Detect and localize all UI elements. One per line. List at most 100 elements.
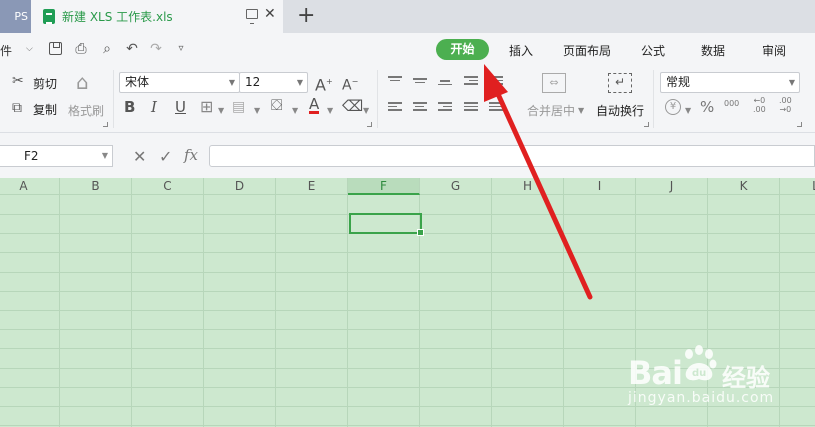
customize-toolbar-icon[interactable]: ▿	[173, 41, 189, 57]
chevron-down-icon[interactable]: ▼	[685, 106, 691, 115]
thousands-separator-button[interactable]: 000	[724, 96, 739, 112]
align-right-icon[interactable]	[438, 102, 452, 112]
column-header-e[interactable]: E	[276, 178, 348, 195]
watermark-url: jingyan.baidu.com	[628, 390, 775, 406]
bold-button[interactable]: B	[124, 99, 135, 115]
align-bottom-icon[interactable]	[438, 80, 452, 90]
chevron-down-icon[interactable]: ▼	[327, 106, 333, 115]
app-tab-label: PS	[14, 10, 28, 23]
cancel-entry-icon[interactable]: ✕	[133, 147, 146, 166]
scissors-icon[interactable]: ✂	[12, 73, 24, 89]
new-tab-button[interactable]: +	[297, 3, 315, 28]
format-painter-button[interactable]: 格式刷	[68, 102, 104, 119]
increase-font-size-icon[interactable]: A+	[315, 74, 333, 93]
ribbon-home: ✂ 剪切 ⧉ 复制 ⌂ 格式刷 宋体 ▼ 12 ▼ A+ A− B I U ⊞ ▼ …	[0, 66, 815, 133]
chevron-down-icon: ▼	[101, 151, 108, 160]
align-middle-icon[interactable]	[413, 78, 427, 88]
print-icon[interactable]: ⎙	[73, 41, 89, 57]
save-icon[interactable]	[49, 42, 62, 55]
column-header-a[interactable]: A	[0, 178, 60, 195]
merge-center-button[interactable]: 合并居中	[527, 102, 575, 119]
redo-icon[interactable]: ↷	[148, 41, 164, 57]
chevron-down-icon[interactable]: ▼	[292, 106, 298, 115]
undo-icon[interactable]: ↶	[124, 41, 140, 57]
watermark-product: 经验	[722, 364, 770, 392]
currency-icon[interactable]: ¥	[665, 99, 681, 115]
font-size-select[interactable]: 12 ▼	[239, 72, 308, 93]
chevron-down-icon[interactable]: ▼	[363, 106, 369, 115]
menu-bar: 文件 ⌵ ⎙ ⌕ ↶ ↷ ▿ 开始 插入 页面布局 公式 数据 审阅	[0, 33, 815, 66]
font-launcher-icon[interactable]	[367, 122, 372, 127]
number-launcher-icon[interactable]	[797, 122, 802, 127]
insert-function-icon[interactable]: fx	[184, 146, 198, 164]
tab-page-layout[interactable]: 页面布局	[563, 42, 611, 59]
tab-data[interactable]: 数据	[701, 42, 725, 59]
column-header-l[interactable]: L	[780, 178, 815, 195]
copy-icon[interactable]: ⧉	[12, 100, 22, 116]
align-justify-icon[interactable]	[464, 102, 478, 112]
column-header-f[interactable]: F	[348, 178, 420, 195]
cut-button[interactable]: 剪切	[33, 75, 57, 92]
chevron-down-icon[interactable]: ▼	[218, 106, 224, 115]
tab-home[interactable]: 开始	[436, 39, 489, 60]
tab-insert[interactable]: 插入	[509, 42, 533, 59]
distributed-align-icon[interactable]	[489, 102, 503, 112]
font-color-icon[interactable]: A	[309, 97, 320, 114]
cell-style-icon[interactable]: ▤	[232, 99, 245, 115]
chevron-down-icon: ▼	[296, 78, 303, 87]
increase-indent-icon[interactable]	[489, 76, 503, 86]
alignment-launcher-icon[interactable]	[644, 122, 649, 127]
formula-input[interactable]	[209, 145, 815, 167]
chevron-down-icon[interactable]: ⌵	[26, 44, 33, 54]
column-header-g[interactable]: G	[420, 178, 492, 195]
document-tab[interactable]: 新建 XLS 工作表.xls ✕	[31, 0, 283, 33]
borders-icon[interactable]: ⊞	[200, 99, 213, 115]
column-header-b[interactable]: B	[60, 178, 132, 195]
italic-button[interactable]: I	[151, 99, 157, 115]
baidu-jingyan-watermark: Bai du 经验 jingyan.baidu.com	[628, 340, 778, 415]
decrease-font-size-icon[interactable]: A−	[342, 74, 358, 94]
align-left-icon[interactable]	[388, 102, 402, 112]
file-menu[interactable]: 文件	[0, 42, 12, 59]
column-header-i[interactable]: I	[564, 178, 636, 195]
number-format-select[interactable]: 常规 ▼	[660, 72, 800, 93]
clipboard-launcher-icon[interactable]	[103, 122, 108, 127]
tab-review[interactable]: 审阅	[762, 42, 786, 59]
column-header-d[interactable]: D	[204, 178, 276, 195]
screen-pin-icon[interactable]	[246, 9, 258, 24]
decrease-indent-icon[interactable]	[464, 76, 478, 86]
chevron-down-icon[interactable]: ▼	[254, 106, 260, 115]
column-header-h[interactable]: H	[492, 178, 564, 195]
baidu-paw-icon: du	[685, 345, 717, 381]
format-painter-icon[interactable]: ⌂	[76, 72, 89, 92]
percent-button[interactable]: %	[700, 99, 714, 115]
confirm-entry-icon[interactable]: ✓	[159, 147, 172, 166]
app-tab[interactable]: PS	[0, 0, 31, 33]
chevron-down-icon: ▼	[788, 78, 795, 87]
eraser-icon[interactable]: ⌫	[342, 98, 363, 114]
chevron-down-icon[interactable]: ▼	[578, 106, 584, 115]
print-preview-icon[interactable]: ⌕	[99, 41, 115, 57]
merge-center-icon[interactable]: ⇔	[542, 73, 566, 93]
tab-formulas[interactable]: 公式	[641, 42, 665, 59]
column-header-k[interactable]: K	[708, 178, 780, 195]
close-tab-icon[interactable]: ✕	[264, 6, 276, 22]
wrap-text-icon[interactable]: ↵	[608, 73, 632, 93]
align-center-icon[interactable]	[413, 102, 427, 112]
active-cell-f2[interactable]	[349, 213, 424, 236]
watermark-brand: Bai	[628, 354, 683, 392]
column-header-j[interactable]: J	[636, 178, 708, 195]
name-box[interactable]: F2 ▼	[0, 145, 113, 167]
wrap-text-button[interactable]: 自动换行	[596, 102, 644, 119]
underline-button[interactable]: U	[175, 99, 186, 115]
copy-button[interactable]: 复制	[33, 101, 57, 118]
number-format-value: 常规	[666, 75, 691, 89]
fill-color-icon[interactable]: ⛋	[271, 97, 282, 113]
ribbon-separator	[377, 70, 378, 128]
align-top-icon[interactable]	[388, 76, 402, 86]
font-name-select[interactable]: 宋体 ▼	[119, 72, 240, 93]
column-header-c[interactable]: C	[132, 178, 204, 195]
tab-bar: PS 新建 XLS 工作表.xls ✕ +	[0, 0, 815, 33]
decrease-decimal-button[interactable]: .00 →0	[779, 96, 792, 114]
increase-decimal-button[interactable]: ←0.00	[753, 96, 766, 114]
